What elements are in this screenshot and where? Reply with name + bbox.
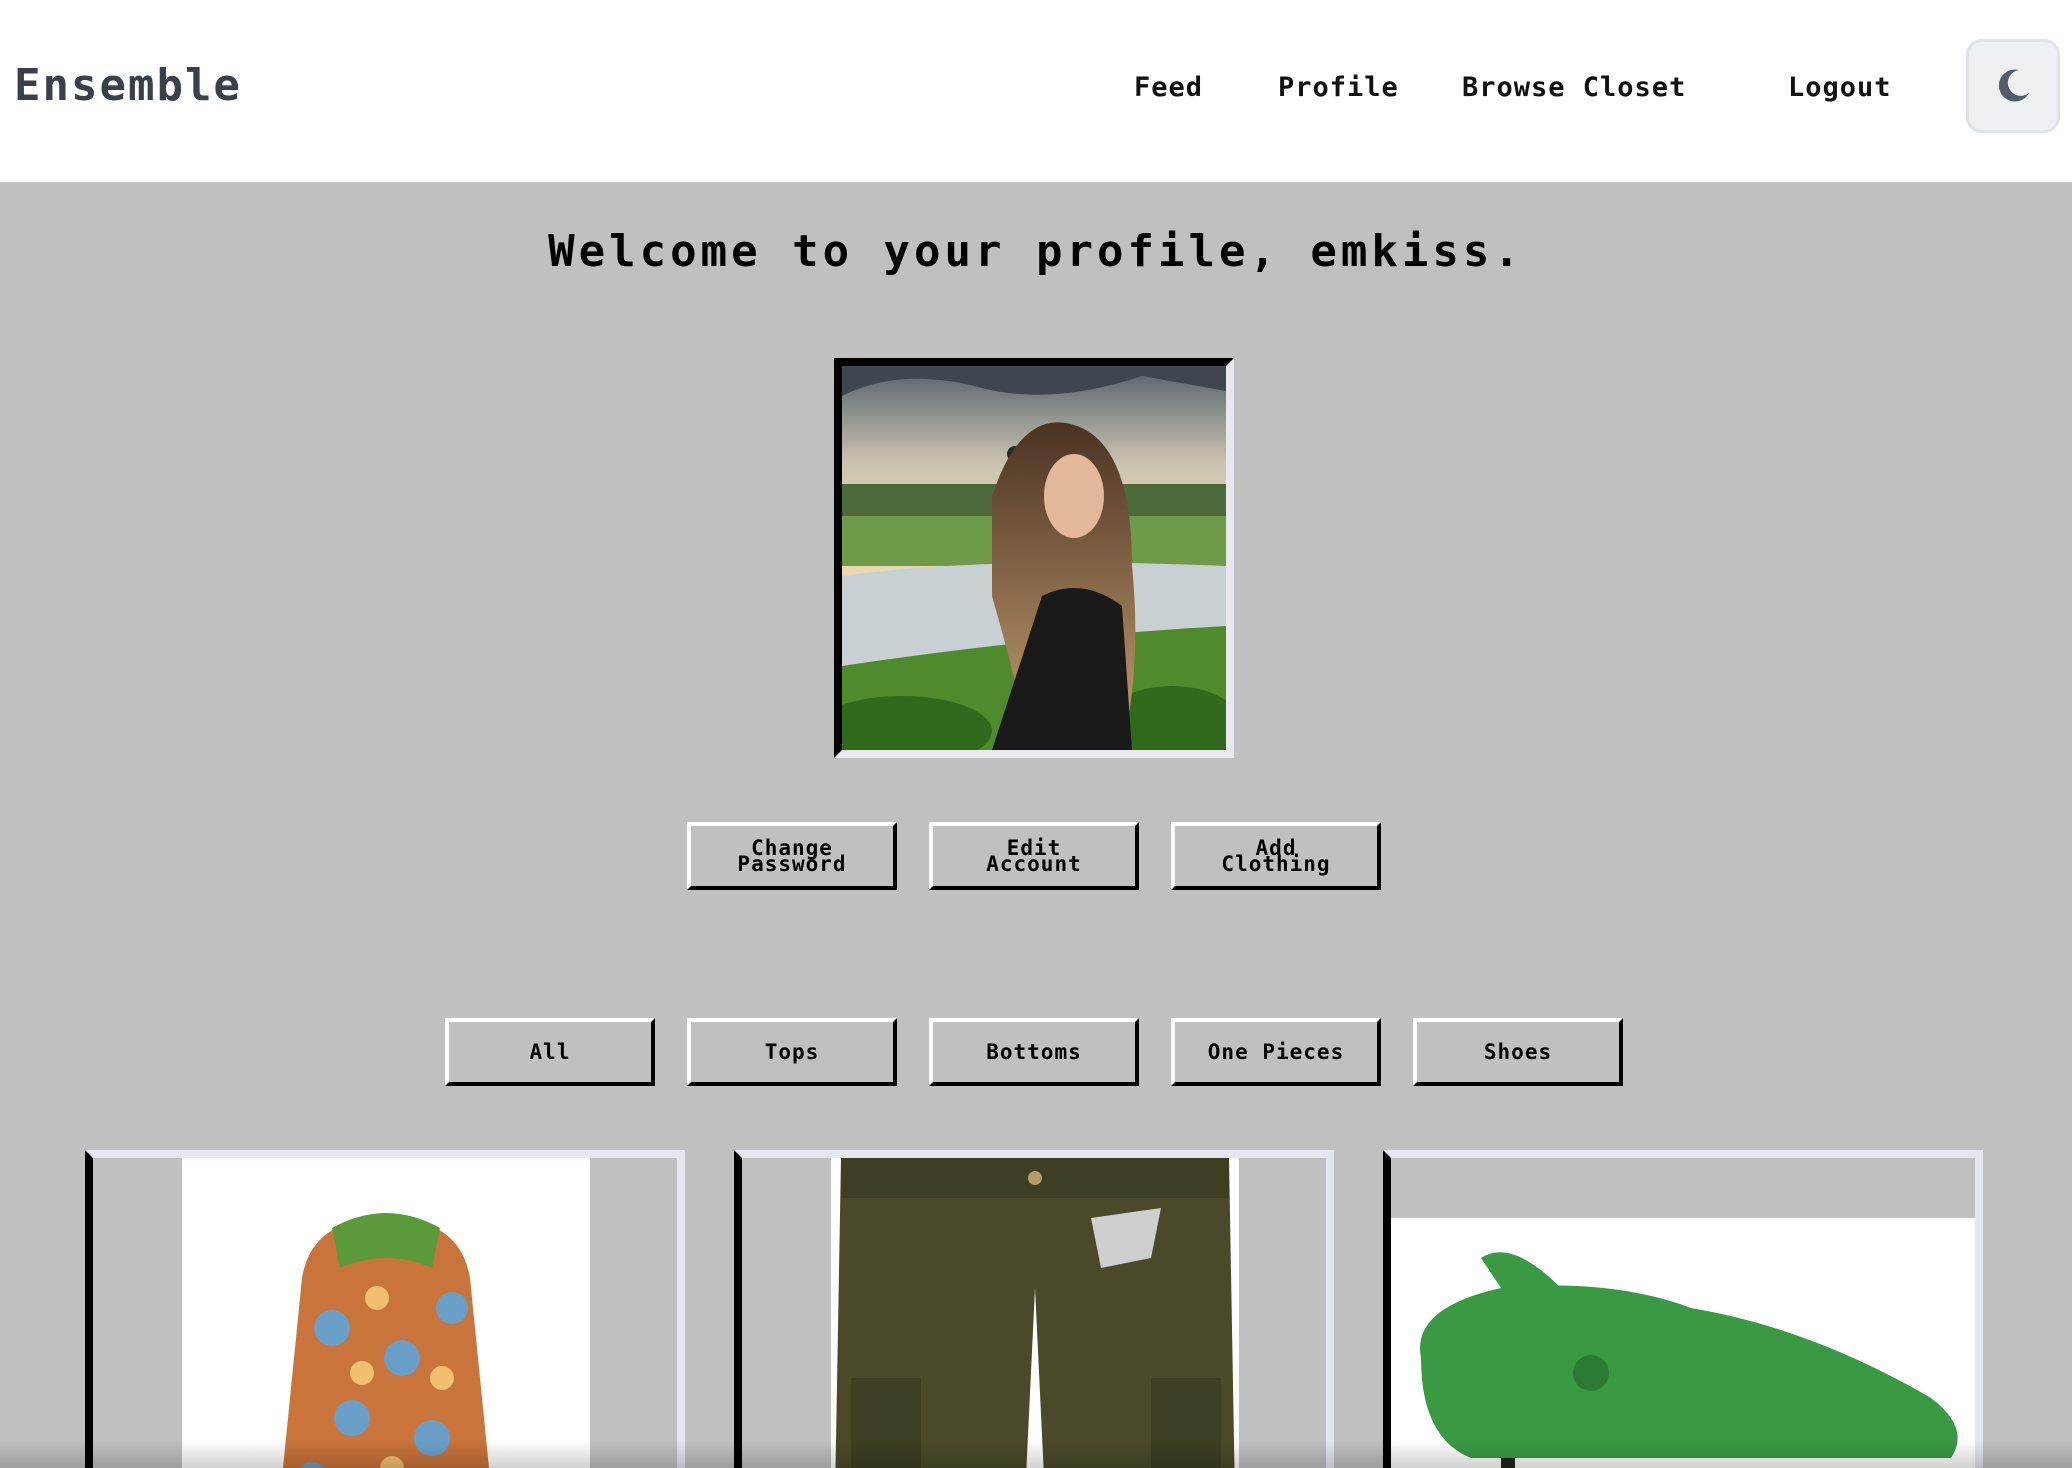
filter-bottoms-button[interactable]: Bottoms [929,1018,1139,1086]
filter-shoes-button[interactable]: Shoes [1413,1018,1623,1086]
nav-link-browse-closet[interactable]: Browse Closet [1462,72,1686,103]
brand-logo[interactable]: Ensemble [14,60,242,111]
filter-one-pieces-button[interactable]: One Pieces [1171,1018,1381,1086]
filter-tops-button[interactable]: Tops [687,1018,897,1086]
profile-photo [834,358,1234,758]
clothing-card-jacket[interactable] [85,1150,685,1468]
clothing-image [1391,1218,1975,1468]
nav-link-feed[interactable]: Feed [1134,72,1203,103]
clothing-image [831,1158,1239,1468]
change-password-button[interactable]: Change Password [687,822,897,890]
nav-link-logout[interactable]: Logout [1788,72,1892,103]
navbar: Ensemble Feed Profile Browse Closet Logo… [0,0,2072,182]
filter-all-button[interactable]: All [445,1018,655,1086]
page-title: Welcome to your profile, emkiss. [548,226,1524,277]
add-clothing-button[interactable]: Add Clothing [1171,822,1381,890]
theme-toggle-button[interactable] [1966,39,2060,133]
moon-icon [1998,69,2029,102]
clothing-image [182,1158,590,1468]
nav-link-profile[interactable]: Profile [1278,72,1399,103]
clothing-card-shorts[interactable] [734,1150,1334,1468]
edit-account-button[interactable]: Edit Account [929,822,1139,890]
clothing-card-clog[interactable] [1383,1150,1983,1468]
